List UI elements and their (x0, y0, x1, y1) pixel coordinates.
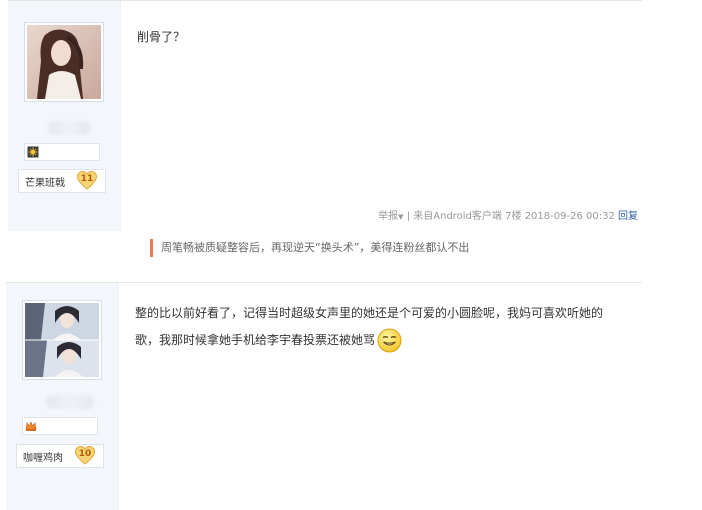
badge-label: 芒果班戟 (25, 178, 65, 189)
post-content-line-2-text: 歌，我那时候拿她手机给李宇春投票还被她骂 (135, 333, 376, 347)
badge-level-number: 11 (80, 174, 94, 184)
member-level-box (24, 143, 100, 161)
post-floor-7: 芒果班戟 11 削骨了？ 举报▼ | 来自Android客户端 7楼 2018-… (8, 0, 642, 231)
user-sidebar: 咖喱鸡肉 10 (6, 283, 119, 510)
avatar[interactable] (22, 300, 102, 380)
reply-link[interactable]: 回复 (618, 211, 638, 222)
user-sidebar: 芒果班戟 11 (8, 1, 121, 231)
crown-icon (25, 421, 37, 431)
post-time: 2018-09-26 00:32 (524, 211, 615, 222)
username-blurred[interactable] (48, 121, 90, 135)
fan-badge[interactable]: 芒果班戟 11 (18, 169, 106, 193)
post-content-line-1: 整的比以前好看了，记得当时超级女声里的她还是个可爱的小圆脸呢，我妈可喜欢听她的 (135, 306, 604, 320)
avatar[interactable] (24, 22, 104, 102)
caret-down-icon: ▼ (398, 213, 404, 221)
floor-number: 7楼 (505, 211, 522, 222)
sun-icon (27, 146, 39, 158)
badge-level-number: 10 (78, 449, 92, 459)
post-content-line-2: 歌，我那时候拿她手机给李宇春投票还被她骂 (135, 327, 625, 354)
post-source: 来自Android客户端 (413, 211, 502, 222)
post-reply: 咖喱鸡肉 10 整的比以前好看了，记得当时超级女声里的她还是个可爱的小圆脸呢，我… (6, 282, 642, 510)
username-blurred[interactable] (46, 395, 94, 409)
report-link[interactable]: 举报▼ (378, 211, 403, 222)
smirk-emoji-icon (377, 328, 402, 353)
post-meta: 举报▼ | 来自Android客户端 7楼 2018-09-26 00:32 回… (378, 207, 638, 222)
related-article-link[interactable]: 周笔畅被质疑整容后，再现逆天“换头术”，美得连粉丝都认不出 (150, 239, 469, 257)
badge-level-heart: 11 (77, 171, 97, 190)
badge-label: 咖喱鸡肉 (23, 453, 63, 464)
post-content: 整的比以前好看了，记得当时超级女声里的她还是个可爱的小圆脸呢，我妈可喜欢听她的 … (135, 300, 625, 354)
member-level-box (22, 417, 98, 435)
badge-level-heart: 10 (75, 446, 95, 465)
post-content: 削骨了？ (137, 30, 186, 44)
fan-badge[interactable]: 咖喱鸡肉 10 (16, 444, 104, 468)
